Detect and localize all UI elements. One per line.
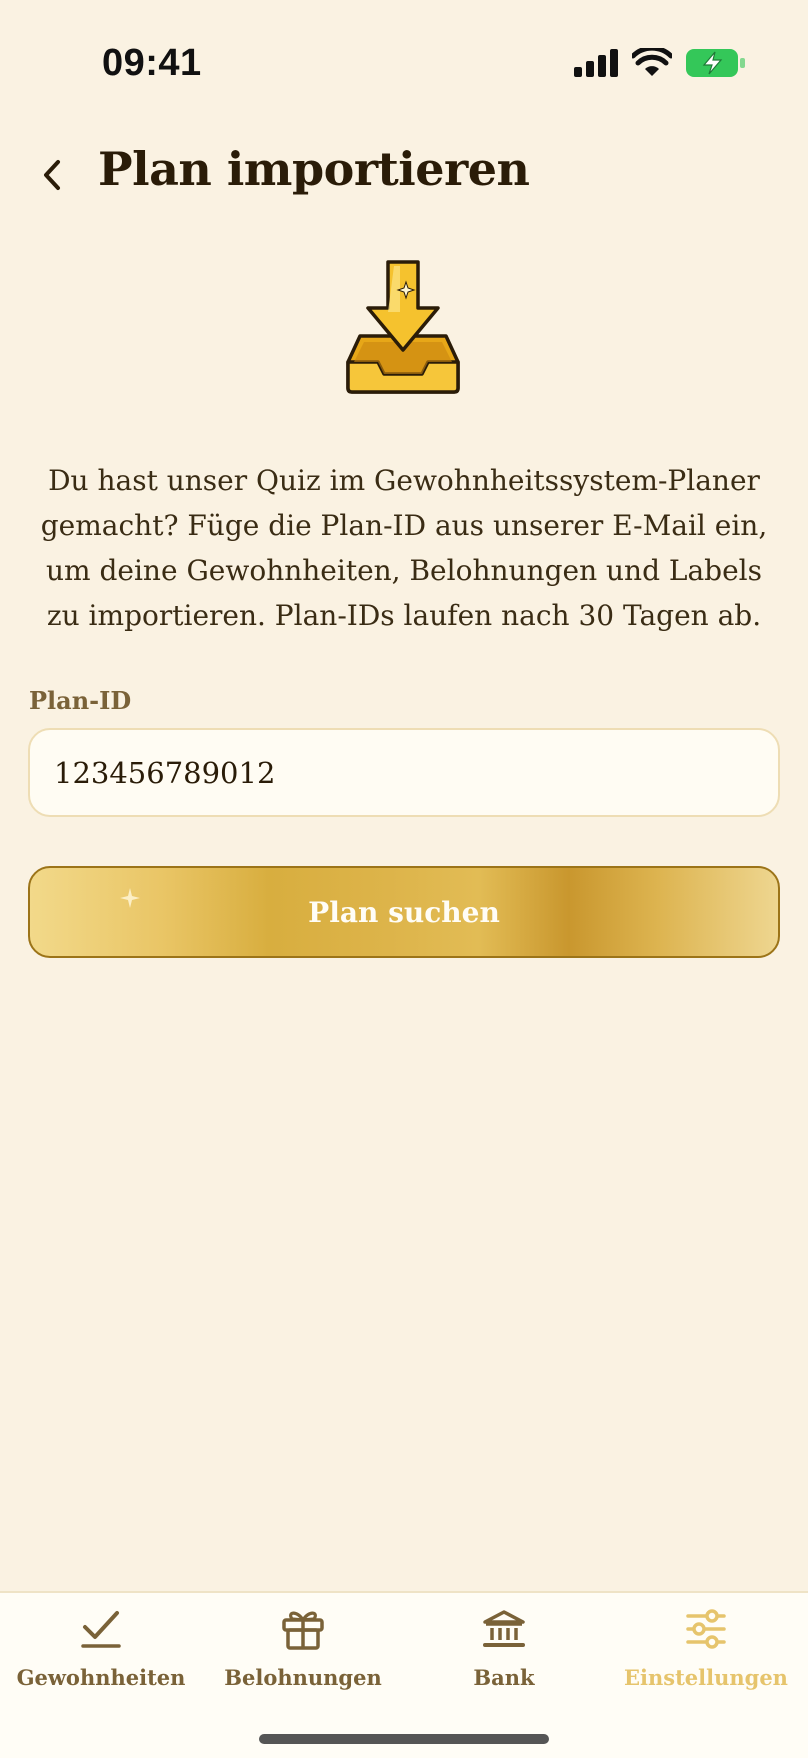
cellular-signal-icon — [574, 49, 618, 77]
header: Plan importieren — [0, 130, 808, 220]
sliders-icon — [686, 1609, 726, 1649]
checkmark-icon — [81, 1611, 121, 1648]
nav-label-gewohnheiten: Gewohnheiten — [16, 1665, 186, 1690]
search-plan-button-label: Plan suchen — [308, 895, 500, 929]
bottom-nav: Gewohnheiten Belohnungen Bank Einstellun… — [0, 1591, 808, 1758]
page-title: Plan importieren — [98, 142, 530, 196]
chevron-left-icon — [44, 160, 60, 190]
wifi-icon — [632, 48, 672, 76]
plan-id-input[interactable] — [28, 728, 780, 817]
status-time: 09:41 — [102, 42, 202, 84]
description-text: Du hast unser Quiz im Gewohnheitssystem-… — [40, 464, 768, 632]
nav-item-einstellungen[interactable]: Einstellungen — [606, 1607, 806, 1707]
nav-item-gewohnheiten[interactable]: Gewohnheiten — [1, 1607, 201, 1707]
home-indicator — [259, 1734, 549, 1744]
bank-icon — [483, 1610, 525, 1647]
nav-item-bank[interactable]: Bank — [404, 1607, 604, 1707]
sparkle-icon — [120, 888, 140, 908]
status-bar: 09:41 — [0, 0, 808, 130]
plan-id-label: Plan-ID — [29, 686, 132, 715]
search-plan-button[interactable]: Plan suchen — [28, 866, 780, 958]
nav-label-einstellungen: Einstellungen — [624, 1665, 788, 1690]
nav-label-belohnungen: Belohnungen — [224, 1665, 382, 1690]
status-icons — [574, 48, 746, 78]
download-inbox-icon — [340, 258, 466, 396]
gift-icon — [282, 1611, 324, 1650]
battery-charging-icon — [686, 49, 745, 77]
back-button[interactable] — [30, 148, 74, 202]
nav-label-bank: Bank — [473, 1665, 535, 1690]
nav-item-belohnungen[interactable]: Belohnungen — [203, 1607, 403, 1707]
